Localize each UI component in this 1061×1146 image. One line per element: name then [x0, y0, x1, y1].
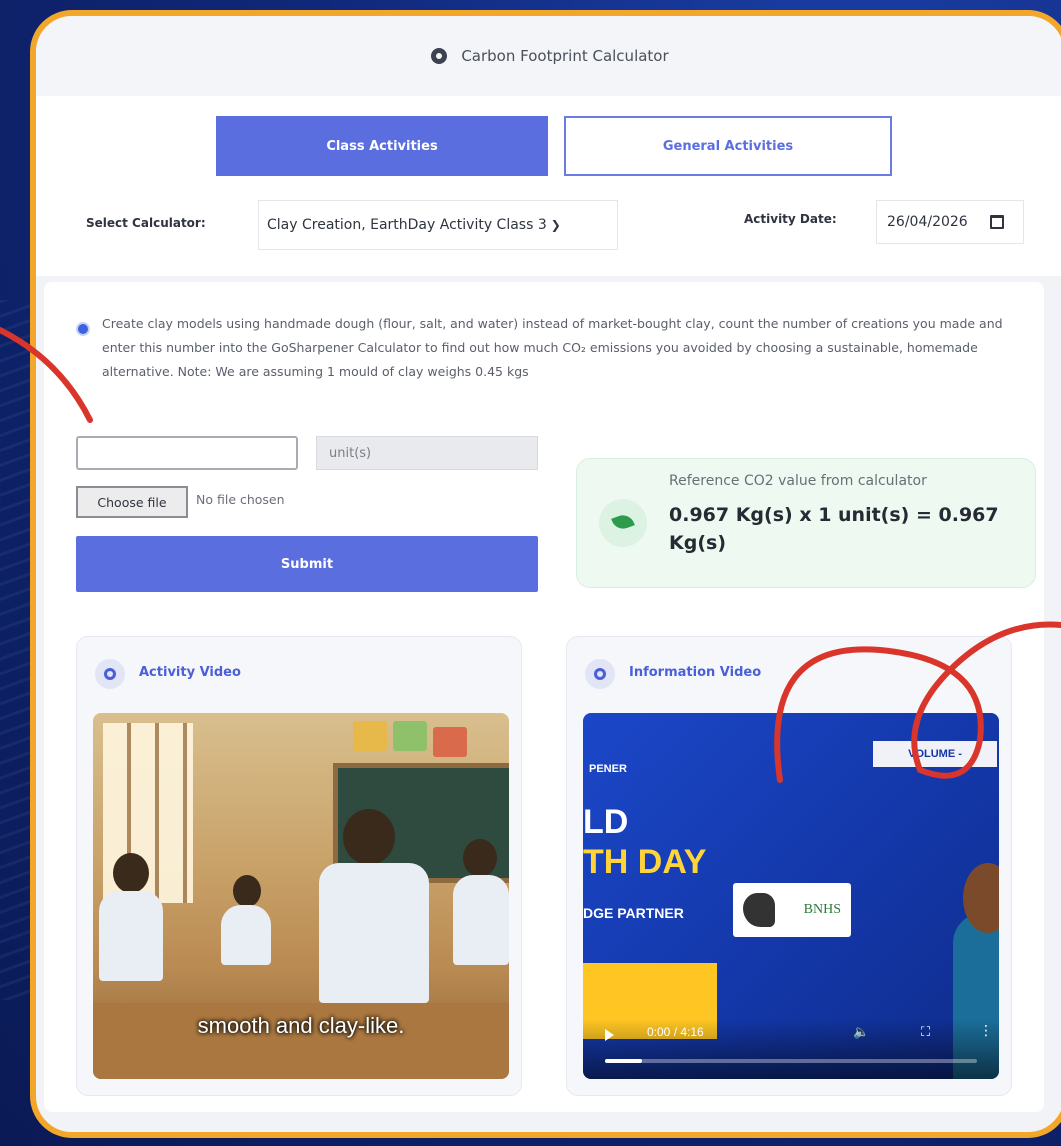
partner-text: DGE PARTNER [583, 905, 684, 921]
volume-icon[interactable]: 🔈 [853, 1025, 869, 1040]
activity-description: Create clay models using handmade dough … [102, 316, 1003, 379]
information-video-card: Information Video VOLUME - PENER LD TH D… [566, 636, 1012, 1096]
calculator-select[interactable]: Clay Creation, EarthDay Activity Class 3… [258, 200, 618, 250]
calculator-select-value: Clay Creation, EarthDay Activity Class 3 [267, 217, 547, 233]
student-head [113, 853, 149, 893]
calendar-icon[interactable] [989, 215, 1004, 229]
activity-video-title: Activity Video [139, 665, 241, 680]
activity-date-label: Activity Date: [744, 212, 837, 226]
student-head [463, 839, 497, 877]
select-calculator-label: Select Calculator: [86, 216, 206, 230]
wall-poster [393, 721, 427, 751]
brand-text: PENER [589, 763, 627, 775]
student-shirt [319, 863, 429, 1003]
activity-radio[interactable] [76, 322, 90, 336]
quantity-input[interactable] [76, 436, 298, 470]
reference-label: Reference CO2 value from calculator [669, 473, 927, 489]
activity-video-player[interactable]: smooth and clay-like. [93, 713, 509, 1079]
information-video-title: Information Video [629, 665, 762, 680]
video-icon [95, 659, 125, 689]
tab-general-activities[interactable]: General Activities [564, 116, 892, 176]
chevron-down-icon: ❯ [550, 218, 561, 232]
app-window: Carbon Footprint Calculator Class Activi… [30, 10, 1061, 1138]
unit-field: unit(s) [316, 436, 538, 470]
reference-co2-card: Reference CO2 value from calculator 0.96… [576, 458, 1036, 588]
student-shirt [99, 891, 163, 981]
student-head [233, 875, 261, 907]
submit-button[interactable]: Submit [76, 536, 538, 592]
student-head [343, 809, 395, 865]
video-icon [585, 659, 615, 689]
bnhs-logo: BNHS [733, 883, 851, 937]
fullscreen-icon[interactable]: ⛶ [921, 1025, 930, 1040]
volume-tag: VOLUME - [873, 741, 997, 767]
video-controls: 0:00 / 4:16 🔈 ⛶ ⋮ [583, 1019, 999, 1079]
video-time: 0:00 / 4:16 [647, 1025, 704, 1039]
headline-line-2: TH DAY [583, 843, 707, 881]
play-icon[interactable] [605, 1029, 614, 1041]
choose-file-button[interactable]: Choose file [76, 486, 188, 518]
student-shirt [221, 905, 271, 965]
activity-video-card: Activity Video smooth and clay-like. [76, 636, 522, 1096]
wall-poster [433, 727, 467, 757]
information-video-player[interactable]: VOLUME - PENER LD TH DAY DGE PARTNER BNH… [583, 713, 999, 1079]
student-shirt [453, 875, 509, 965]
title-bar: Carbon Footprint Calculator [36, 16, 1061, 96]
wall-poster [353, 721, 387, 751]
window-title: Carbon Footprint Calculator [461, 47, 669, 65]
headline-line-1: LD [583, 803, 629, 841]
video-progress-fill [605, 1059, 643, 1063]
leaf-icon [599, 499, 647, 547]
reference-value: 0.967 Kg(s) x 1 unit(s) = 0.967 Kg(s) [669, 504, 999, 554]
video-caption: smooth and clay-like. [197, 1013, 405, 1038]
app-logo-icon [431, 48, 448, 64]
activity-date-value: 26/04/2026 [887, 214, 968, 230]
activity-date-input[interactable]: 26/04/2026 [876, 200, 1024, 244]
video-progress-bar[interactable] [605, 1059, 977, 1063]
file-status: No file chosen [196, 492, 285, 507]
bnhs-logo-text: BNHS [803, 902, 841, 917]
more-options-icon[interactable]: ⋮ [979, 1023, 993, 1039]
bird-logo-icon [743, 893, 775, 927]
tab-class-activities[interactable]: Class Activities [216, 116, 548, 176]
